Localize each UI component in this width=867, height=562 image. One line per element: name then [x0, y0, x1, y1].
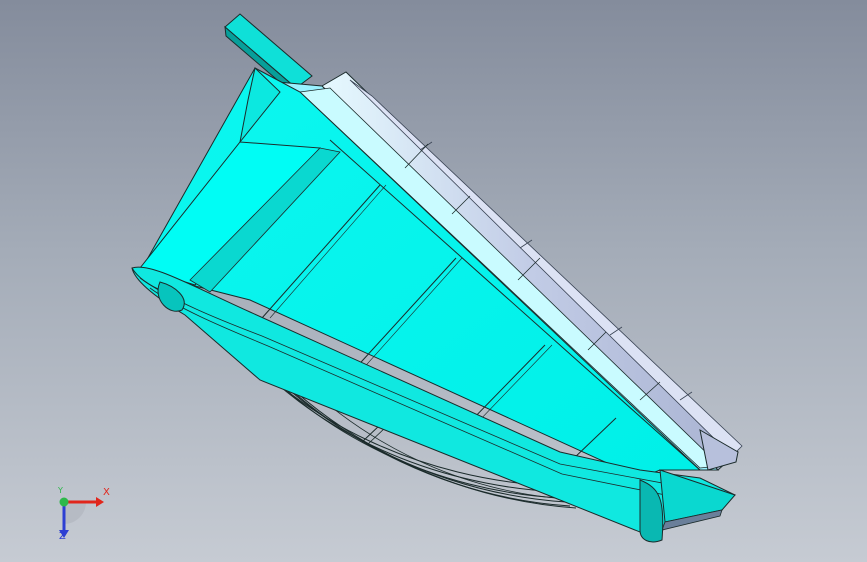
y-axis-dot — [59, 497, 69, 507]
3d-part-model[interactable] — [0, 0, 867, 562]
y-axis-label: Y — [58, 486, 63, 495]
x-axis-arrowhead — [96, 497, 104, 507]
z-axis-label: Z — [59, 531, 66, 542]
x-axis-label: X — [103, 487, 110, 498]
graphics-viewport[interactable]: X Y Z — [0, 0, 867, 562]
